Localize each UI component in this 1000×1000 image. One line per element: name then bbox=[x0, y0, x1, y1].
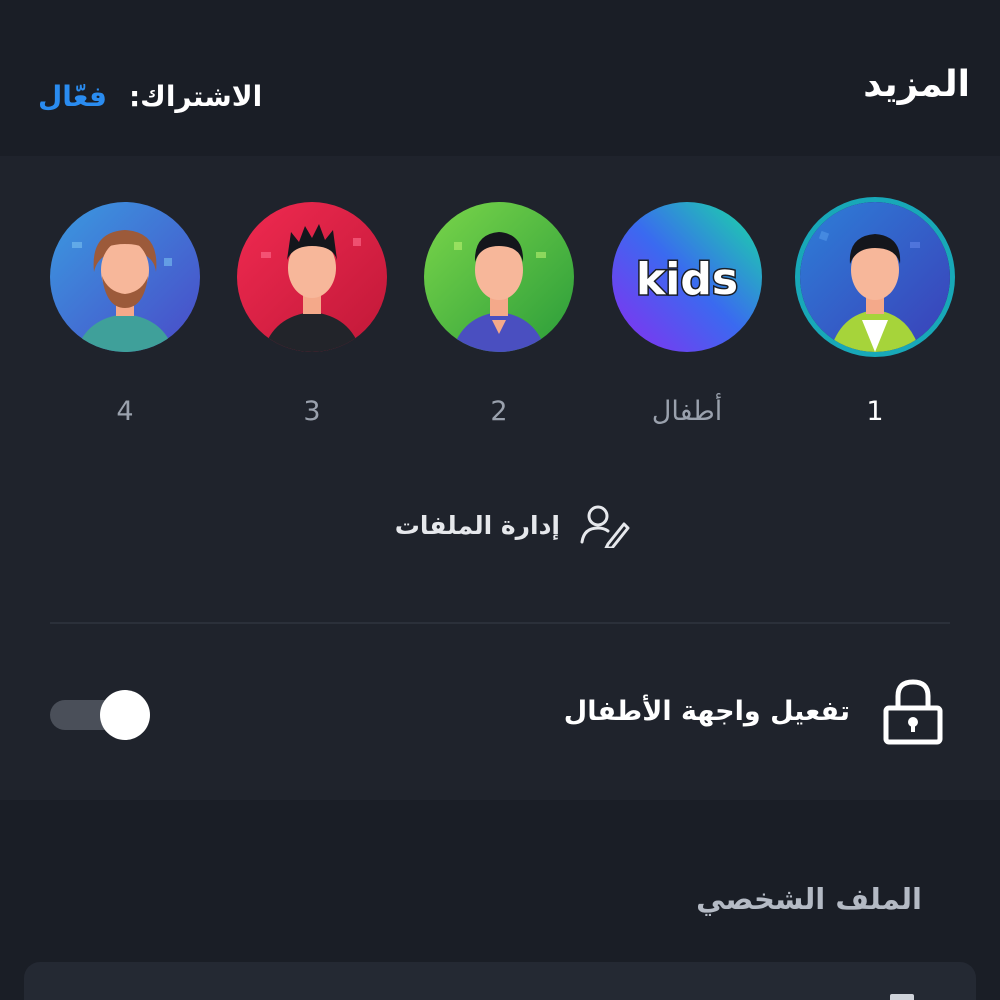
profile-name: 1 bbox=[866, 396, 884, 427]
profile-2[interactable]: 2 bbox=[414, 202, 584, 442]
avatar-image bbox=[237, 202, 387, 352]
profile-section: الملف الشخصي bbox=[0, 800, 1000, 1000]
profile-4[interactable]: 4 bbox=[40, 202, 210, 442]
subscription-status-value[interactable]: فعّال bbox=[38, 80, 107, 113]
page-title: المزيد bbox=[863, 64, 970, 105]
lock-icon bbox=[883, 679, 943, 745]
user-edit-icon bbox=[580, 505, 630, 548]
more-screen: المزيد الاشتراك: فعّال 1 kids أطفال 2 3 4… bbox=[0, 0, 1000, 1000]
profile-kids[interactable]: kids أطفال bbox=[602, 202, 772, 442]
subscription-label: الاشتراك: bbox=[128, 80, 263, 113]
header: المزيد الاشتراك: فعّال bbox=[0, 0, 1000, 156]
toggle-knob[interactable] bbox=[100, 690, 150, 740]
profiles-panel: 1 kids أطفال 2 3 4 إدارة الملفات تفعيل و… bbox=[0, 156, 1000, 800]
kids-avatar[interactable]: kids bbox=[612, 202, 762, 352]
subscription-status: الاشتراك: فعّال bbox=[38, 80, 262, 113]
section-title: الملف الشخصي bbox=[696, 882, 922, 916]
avatar-image bbox=[800, 202, 950, 352]
bearded-man-avatar[interactable] bbox=[50, 202, 200, 352]
profile-3[interactable]: 3 bbox=[227, 202, 397, 442]
man-green-bg-avatar[interactable] bbox=[424, 202, 574, 352]
kids-mode-row: تفعيل واجهة الأطفال bbox=[0, 674, 1000, 754]
man-green-jacket-avatar[interactable] bbox=[800, 202, 950, 352]
profile-name: 2 bbox=[490, 396, 508, 427]
card-icon bbox=[890, 994, 914, 1000]
profile-1[interactable]: 1 bbox=[790, 202, 960, 442]
avatar-image: kids bbox=[612, 202, 762, 352]
profile-name: أطفال bbox=[651, 396, 723, 427]
manage-profiles-label: إدارة الملفات bbox=[394, 510, 560, 540]
profile-name: 4 bbox=[116, 396, 134, 427]
man-red-bg-avatar[interactable] bbox=[237, 202, 387, 352]
avatar-image bbox=[424, 202, 574, 352]
kids-badge: kids bbox=[636, 254, 738, 305]
profile-card[interactable] bbox=[24, 962, 976, 1000]
kids-mode-label: تفعيل واجهة الأطفال bbox=[563, 696, 850, 727]
profile-name: 3 bbox=[303, 396, 321, 427]
divider bbox=[50, 622, 950, 624]
kids-mode-toggle[interactable] bbox=[50, 688, 152, 740]
manage-profiles-button[interactable]: إدارة الملفات bbox=[380, 500, 630, 550]
avatar-image bbox=[50, 202, 200, 352]
